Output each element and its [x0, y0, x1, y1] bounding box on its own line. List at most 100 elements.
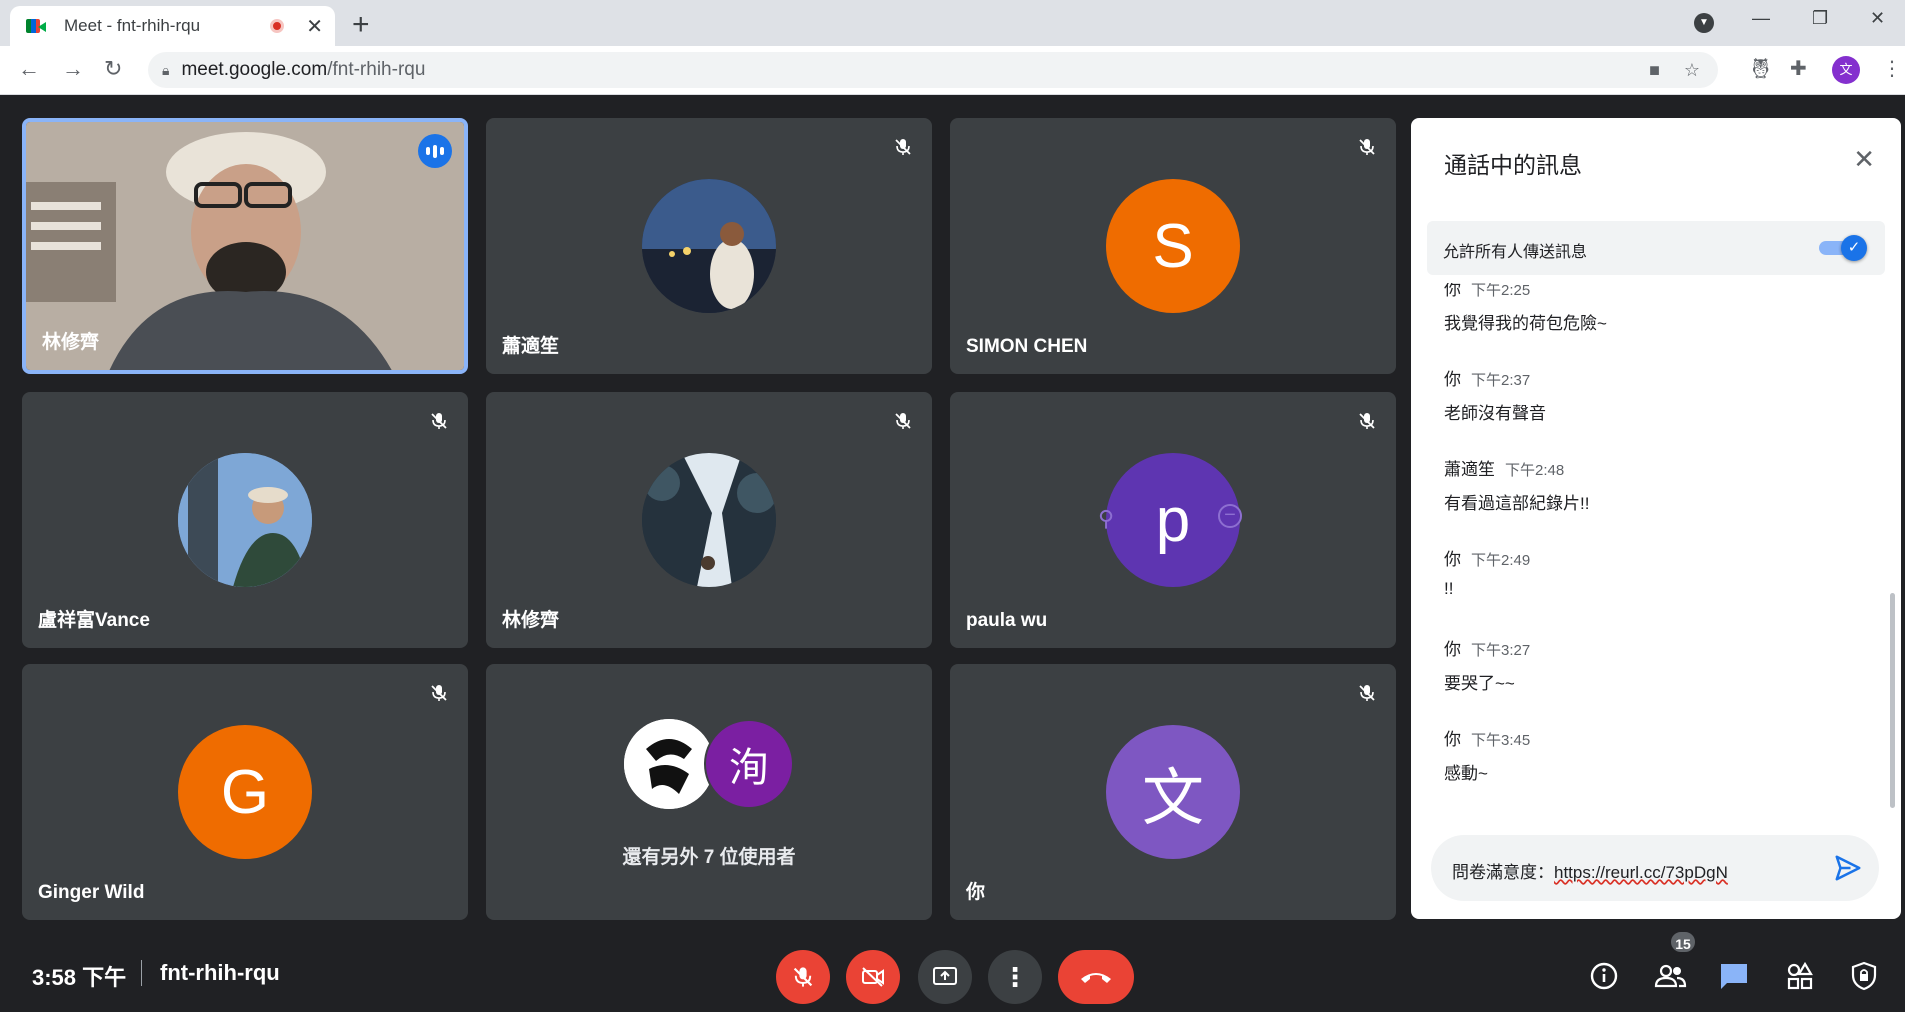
- hang-up-icon: [1081, 973, 1111, 983]
- message-sender: 你: [1444, 370, 1461, 389]
- compose-prefix: 問卷滿意度：: [1452, 863, 1554, 882]
- back-icon[interactable]: ←: [18, 56, 40, 82]
- message-sender: 你: [1444, 283, 1461, 299]
- reload-icon[interactable]: ↻: [104, 56, 122, 82]
- message-time: 下午2:37: [1471, 372, 1531, 389]
- browser-tab[interactable]: Meet - fnt-rhih-rqu ✕: [10, 6, 335, 46]
- meeting-code: fnt-rhih-rqu: [160, 960, 280, 985]
- speaking-indicator-icon: [418, 134, 452, 168]
- info-icon: [1590, 962, 1618, 990]
- restore-icon[interactable]: ❐: [1812, 8, 1828, 29]
- others-count-label: 還有另外 7 位使用者: [622, 847, 796, 868]
- message-sender: 你: [1444, 640, 1461, 659]
- participant-name: 林修齊: [42, 332, 100, 353]
- participant-name: 你: [966, 882, 986, 903]
- message-input[interactable]: 問卷滿意度：https://reurl.cc/73pDgN: [1431, 835, 1879, 901]
- mic-toggle-button[interactable]: [776, 950, 830, 1004]
- mic-off-icon: [888, 406, 918, 436]
- owl-extension-icon[interactable]: 🦉︎: [1748, 56, 1773, 81]
- chat-message: 你下午3:45 感動~: [1444, 725, 1530, 784]
- chat-message: 你下午2:37 老師沒有聲音: [1444, 365, 1546, 424]
- self-tile[interactable]: 文 你: [950, 664, 1396, 920]
- camera-toggle-button[interactable]: [846, 950, 900, 1004]
- avatar-photo: [624, 719, 714, 809]
- google-meet-icon: [26, 17, 46, 35]
- people-button[interactable]: [1650, 956, 1690, 996]
- minimize-icon[interactable]: —: [1752, 8, 1770, 29]
- message-text: 老師沒有聲音: [1444, 404, 1546, 423]
- mic-off-icon: [1352, 132, 1382, 162]
- participant-name: 盧祥富Vance: [38, 610, 150, 631]
- close-icon[interactable]: ✕: [1853, 144, 1875, 175]
- participant-tile[interactable]: G Ginger Wild: [22, 664, 468, 920]
- others-tile[interactable]: 洵 還有另外 7 位使用者: [486, 664, 932, 920]
- window-close-icon[interactable]: ✕: [1870, 8, 1885, 29]
- send-icon[interactable]: [1833, 853, 1863, 883]
- participant-count-badge: 15: [1669, 930, 1697, 954]
- recording-indicator-icon: [270, 19, 285, 33]
- url-path: /fnt-rhih-rqu: [327, 59, 426, 80]
- present-screen-button[interactable]: [918, 950, 972, 1004]
- chat-message: 你下午2:49 !!: [1444, 545, 1530, 599]
- camera-permission-icon[interactable]: ■: [1649, 60, 1660, 81]
- meeting-details-button[interactable]: [1584, 956, 1624, 996]
- message-text: 感動~: [1444, 764, 1488, 783]
- camera-off-icon: [862, 967, 884, 987]
- more-vert-icon: ⋮: [1002, 961, 1028, 992]
- mic-off-icon: [888, 132, 918, 162]
- participant-tile[interactable]: 盧祥富Vance: [22, 392, 468, 648]
- leave-call-button[interactable]: [1058, 950, 1134, 1004]
- remove-icon[interactable]: −: [1218, 504, 1242, 528]
- message-sender: 蕭適笙: [1444, 460, 1495, 479]
- more-options-button[interactable]: ⋮: [988, 950, 1042, 1004]
- chat-button[interactable]: [1714, 956, 1754, 996]
- bookmark-star-icon[interactable]: ☆: [1684, 60, 1700, 81]
- chat-panel: 通話中的訊息 ✕ 允許所有人傳送訊息 ✓ 你下午2:25 我覺得我的荷包危險~ …: [1411, 118, 1901, 919]
- participant-tile[interactable]: 林修齊: [486, 392, 932, 648]
- url-host: meet.google.com: [181, 59, 328, 80]
- message-time: 下午3:45: [1471, 732, 1531, 749]
- tab-close-icon[interactable]: ✕: [306, 14, 323, 39]
- message-time: 下午2:48: [1505, 462, 1565, 479]
- forward-icon[interactable]: →: [62, 56, 84, 82]
- allow-messages-toggle[interactable]: ✓: [1819, 235, 1867, 261]
- participant-tile[interactable]: S SIMON CHEN: [950, 118, 1396, 374]
- message-sender: 你: [1444, 550, 1461, 569]
- chat-message: 你下午2:25 我覺得我的荷包危險~: [1444, 283, 1607, 334]
- participant-name: 蕭適笙: [502, 336, 560, 357]
- activities-button[interactable]: [1780, 956, 1820, 996]
- avatar-photo: [642, 179, 776, 313]
- message-sender: 你: [1444, 730, 1461, 749]
- profile-avatar[interactable]: 文: [1832, 56, 1860, 84]
- mic-off-icon: [424, 678, 454, 708]
- avatar-photo: [642, 453, 776, 587]
- participant-tile[interactable]: 蕭適笙: [486, 118, 932, 374]
- chrome-menu-icon[interactable]: ⋮: [1882, 56, 1902, 81]
- chat-message: 你下午3:27 要哭了~~: [1444, 635, 1530, 694]
- message-time: 下午2:25: [1471, 283, 1531, 299]
- omnibox[interactable]: 🔒︎ meet.google.com/fnt-rhih-rqu ■ ☆: [148, 52, 1718, 88]
- people-icon: [1654, 964, 1687, 988]
- message-text: !!: [1444, 579, 1454, 598]
- participant-avatar: [178, 453, 312, 587]
- new-tab-button[interactable]: +: [352, 8, 370, 42]
- chat-scrollbar[interactable]: [1890, 593, 1895, 808]
- address-bar-row: ← → ↻ 🔒︎ meet.google.com/fnt-rhih-rqu ■ …: [0, 46, 1905, 95]
- message-text: 有看過這部紀錄片!!: [1444, 494, 1590, 513]
- avatar-photo: [178, 453, 312, 587]
- participant-tile[interactable]: 林修齊: [22, 118, 468, 374]
- participant-name: 林修齊: [502, 610, 560, 631]
- participant-tile[interactable]: p ⚲ − paula wu: [950, 392, 1396, 648]
- pin-icon[interactable]: ⚲: [1098, 506, 1114, 532]
- host-controls-button[interactable]: [1844, 956, 1884, 996]
- extensions-puzzle-icon[interactable]: ✚: [1790, 56, 1807, 81]
- message-text: 要哭了~~: [1444, 674, 1515, 693]
- shield-lock-icon: [1851, 961, 1877, 991]
- participant-avatar: [642, 453, 776, 587]
- message-text: 我覺得我的荷包危險~: [1444, 314, 1607, 333]
- activities-icon: [1787, 961, 1813, 990]
- participant-avatar: 文: [1106, 725, 1240, 859]
- tab-search-icon[interactable]: ▼: [1694, 13, 1714, 33]
- participant-avatar: G: [178, 725, 312, 859]
- lock-icon: 🔒︎: [162, 61, 170, 78]
